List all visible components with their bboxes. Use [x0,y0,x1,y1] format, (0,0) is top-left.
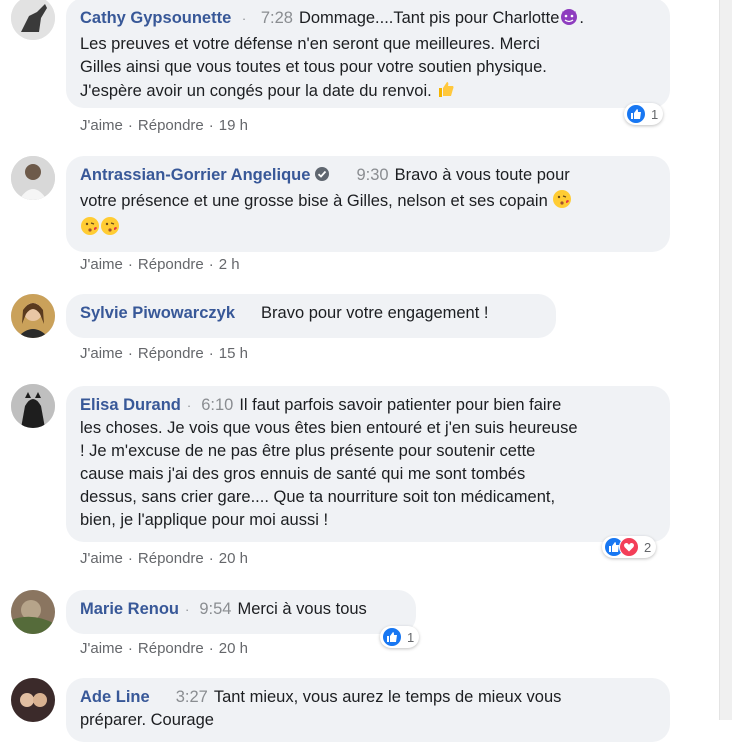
comment-bubble: Cathy Gypsounette · 7:28 Dommage....Tant … [66,0,670,108]
avatar[interactable] [11,678,55,722]
video-timestamp[interactable]: 9:30 [356,166,388,184]
heart-reaction-icon [619,537,639,557]
comment-text-line: ! Je m'excuse de ne pas être plus présen… [80,442,536,460]
comment-text-line: les choses. Je vois que vous êtes bien e… [80,419,578,437]
comment-text-line: dessus, sans crier gare.... Que ta nourr… [80,488,556,506]
comment-text-line: Les preuves et votre défense n'en seront… [80,35,540,53]
video-timestamp[interactable]: 6:10 [201,396,233,414]
comment-text-line: Bravo pour votre engagement ! [261,304,489,322]
comment-text-line: préparer. Courage [80,711,214,729]
comment-author[interactable]: Antrassian-Gorrier Angelique [80,166,310,184]
comment-text-line: bien, je l'applique pour moi aussi ! [80,511,329,529]
reaction-summary[interactable]: 2 [602,536,657,558]
comment-text-line: cause mais j'ai des gros ennuis de santé… [80,465,526,483]
comment-bubble: Ade Line 3:27 Tant mieux, vous aurez le te… [66,678,670,742]
reply-link[interactable]: Répondre [138,640,204,657]
like-link[interactable]: J'aime [80,345,123,362]
kiss-emoji-icon [80,216,100,243]
comment-age[interactable]: 19 h [219,117,248,134]
comment-bubble: Antrassian-Gorrier Angelique 9:30 Bravo à … [66,156,670,252]
verified-badge-icon [314,166,330,189]
avatar[interactable] [11,294,55,338]
reaction-summary[interactable]: 1 [624,103,664,125]
comment-age[interactable]: 15 h [219,345,248,362]
devil-emoji-icon [559,6,579,33]
reply-link[interactable]: Répondre [138,117,204,134]
comment-author[interactable]: Ade Line [80,688,150,706]
thumbs-up-reaction-icon [382,627,402,647]
comment-author[interactable]: Sylvie Piwowarczyk [80,304,235,322]
comment-text-line: Il faut parfois savoir patienter pour bi… [239,396,562,414]
video-timestamp[interactable]: 9:54 [199,600,231,618]
comment-text-line: votre présence et une grosse bise à Gill… [80,192,548,210]
kiss-emoji-icon [552,189,572,216]
like-link[interactable]: J'aime [80,640,123,657]
reply-link[interactable]: Répondre [138,256,204,273]
comment-actions: J'aime · Répondre · 19 h [80,117,248,134]
page-scrollbar[interactable] [719,0,732,720]
like-link[interactable]: J'aime [80,256,123,273]
reply-link[interactable]: Répondre [138,345,204,362]
dot-separator: · [185,602,190,617]
thumbs-up-emoji-icon [436,79,456,106]
avatar[interactable] [11,590,55,634]
comment-text-line: Merci à vous tous [237,600,367,618]
comment-actions: J'aime · Répondre · 15 h [80,345,248,362]
comment-author[interactable]: Elisa Durand [80,396,181,414]
comment-text-line: J'espère avoir un congés pour la date du… [80,82,432,100]
comment-age[interactable]: 20 h [219,640,248,657]
comment-actions: J'aime · Répondre · 20 h [80,640,248,657]
reaction-summary[interactable]: 1 [380,626,420,648]
avatar[interactable] [11,0,55,40]
comment-text-line: Bravo à vous toute pour [394,166,570,184]
reaction-count: 2 [644,539,652,555]
comment-bubble: Elisa Durand · 6:10 Il faut parfois savoir … [66,386,670,542]
kiss-emoji-icon [100,216,120,243]
like-link[interactable]: J'aime [80,117,123,134]
comment-text-line: Gilles ainsi que vous toutes et tous pou… [80,58,547,76]
comment-bubble: Marie Renou · 9:54 Merci à vous tous [66,590,416,634]
comment-actions: J'aime · Répondre · 2 h [80,256,240,273]
dot-separator: · [186,398,192,413]
comment-age[interactable]: 2 h [219,256,240,273]
comment-actions: J'aime · Répondre · 20 h [80,550,248,567]
comment-author[interactable]: Cathy Gypsounette [80,9,231,27]
comment-text-line: Dommage....Tant pis pour Charlotte [298,9,560,27]
comment-age[interactable]: 20 h [219,550,248,567]
comment-text-line: Tant mieux, vous aurez le temps de mieux… [213,688,562,706]
comment-bubble: Sylvie Piwowarczyk Bravo pour votre engag… [66,294,556,338]
reaction-count: 1 [651,106,659,122]
video-timestamp[interactable]: 3:27 [176,688,208,706]
video-timestamp[interactable]: 7:28 [261,9,293,27]
like-link[interactable]: J'aime [80,550,123,567]
dot-separator: · [241,11,247,26]
avatar[interactable] [11,156,55,200]
thumbs-up-reaction-icon [626,104,646,124]
avatar[interactable] [11,384,55,428]
reaction-count: 1 [407,629,415,645]
reply-link[interactable]: Répondre [138,550,204,567]
comment-author[interactable]: Marie Renou [80,600,179,618]
